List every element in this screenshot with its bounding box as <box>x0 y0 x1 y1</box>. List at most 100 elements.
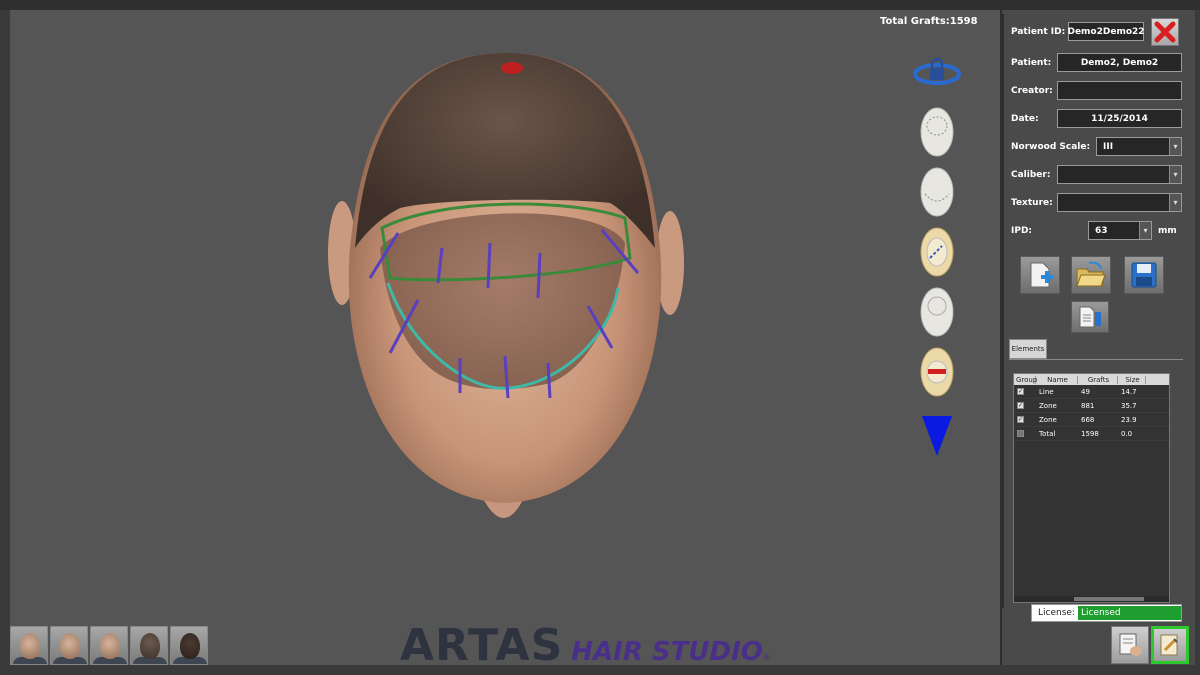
table-row[interactable]: ✓ Zone 668 23.9 <box>1014 413 1169 427</box>
caliber-select[interactable]: ▾ <box>1057 165 1182 184</box>
license-status: License: Licensed <box>1031 604 1182 622</box>
ipd-select[interactable]: 63 ▾ <box>1088 221 1152 240</box>
texture-select[interactable]: ▾ <box>1057 193 1182 212</box>
chevron-down-icon[interactable]: ▾ <box>1169 138 1181 155</box>
table-row[interactable]: ✓ Zone 881 35.7 <box>1014 399 1169 413</box>
window-top-frame <box>0 0 1200 10</box>
head-remove-button[interactable] <box>912 346 962 402</box>
table-row-total[interactable]: Total 1598 0.0 <box>1014 427 1169 441</box>
photo-thumbnail-right[interactable] <box>90 626 128 665</box>
open-patient-button[interactable] <box>1071 256 1111 294</box>
total-grafts-readout: Total Grafts:1598 <box>880 16 978 27</box>
vertex-marker <box>501 62 523 74</box>
head-blank-icon <box>920 287 954 337</box>
chevron-down-icon[interactable]: ▾ <box>1139 222 1151 239</box>
ipd-value: 63 <box>1095 225 1108 236</box>
export-button[interactable] <box>1071 301 1109 333</box>
close-button[interactable] <box>1151 18 1179 46</box>
export-usb-icon <box>1079 306 1101 328</box>
patient-record-button[interactable] <box>1151 626 1189 664</box>
photo-thumbnails <box>10 626 208 665</box>
ipd-row: IPD: <box>1011 221 1032 241</box>
photo-thumbnail-left[interactable] <box>50 626 88 665</box>
patient-id-field[interactable]: Demo2Demo22 <box>1067 22 1145 41</box>
tab-strip <box>1009 359 1183 360</box>
head-blank-button[interactable] <box>912 286 962 342</box>
norwood-select[interactable]: III ▾ <box>1096 137 1182 156</box>
lock-rotate-icon <box>913 57 961 85</box>
caliber-row: Caliber: <box>1011 165 1050 185</box>
head-zone-outline-button[interactable] <box>912 106 962 162</box>
table-horizontal-scrollbar[interactable] <box>1014 596 1169 602</box>
panel-scrollbar[interactable] <box>1000 14 1004 608</box>
date-label: Date: <box>1011 114 1039 124</box>
logo-product: HAIR STUDIO <box>571 637 763 667</box>
ipd-unit: mm <box>1158 226 1177 236</box>
close-icon <box>1154 21 1176 43</box>
row-name: Line <box>1039 387 1054 396</box>
save-button[interactable] <box>1124 256 1164 294</box>
row-size: 0.0 <box>1121 429 1133 438</box>
photo-thumbnail-front[interactable] <box>10 626 48 665</box>
report-button[interactable] <box>1111 626 1149 664</box>
date-row: Date: <box>1011 109 1039 129</box>
thumbnail-head <box>100 633 120 659</box>
head-zone-bottom-icon <box>920 167 954 217</box>
row-size: 14.7 <box>1121 387 1137 396</box>
group-checkbox[interactable]: ✓ <box>1017 402 1024 409</box>
patient-label: Patient: <box>1011 58 1052 68</box>
table-header: Group Name Grafts Size <box>1014 374 1169 385</box>
head-3d-model[interactable] <box>320 48 690 553</box>
head-zone-outline-icon <box>920 107 954 157</box>
column-header-size[interactable]: Size <box>1118 375 1146 384</box>
report-hand-icon <box>1119 633 1142 656</box>
row-grafts: 1598 <box>1081 429 1099 438</box>
head-remove-icon <box>920 347 954 397</box>
head-line-edit-button[interactable] <box>912 226 962 282</box>
new-document-icon <box>1030 262 1053 288</box>
tab-elements[interactable]: Elements <box>1009 339 1047 359</box>
row-size: 23.9 <box>1121 415 1137 424</box>
thumbnail-head <box>60 633 80 659</box>
scroll-down-triangle-icon <box>922 416 952 456</box>
creator-field[interactable] <box>1057 81 1182 100</box>
creator-label: Creator: <box>1011 86 1053 96</box>
group-checkbox[interactable]: ✓ <box>1017 388 1024 395</box>
table-row[interactable]: ✓ Line 49 14.7 <box>1014 385 1169 399</box>
group-checkbox[interactable] <box>1017 430 1024 437</box>
column-header-grafts[interactable]: Grafts <box>1078 375 1118 384</box>
row-grafts: 668 <box>1081 415 1095 424</box>
scrollbar-thumb[interactable] <box>1074 597 1144 601</box>
thumbnail-head <box>20 633 40 659</box>
row-grafts: 49 <box>1081 387 1090 396</box>
norwood-row: Norwood Scale: <box>1011 137 1090 157</box>
column-header-group[interactable]: Group <box>1014 375 1037 384</box>
patient-row: Patient: <box>1011 53 1051 73</box>
group-checkbox[interactable]: ✓ <box>1017 416 1024 423</box>
photo-thumbnail-back[interactable] <box>170 626 208 665</box>
column-header-name[interactable]: Name <box>1036 375 1078 384</box>
norwood-value: III <box>1103 141 1114 152</box>
chevron-down-icon[interactable]: ▾ <box>1169 194 1181 211</box>
new-patient-button[interactable] <box>1020 256 1060 294</box>
head-zone-bottom-button[interactable] <box>912 166 962 222</box>
row-size: 35.7 <box>1121 401 1137 410</box>
chevron-down-icon[interactable]: ▾ <box>1169 166 1181 183</box>
elements-table: Group Name Grafts Size ✓ Line 49 14.7 ✓ … <box>1013 373 1170 603</box>
license-value: Licensed <box>1077 606 1181 620</box>
head-line-edit-icon <box>920 227 954 277</box>
lock-rotate-button[interactable] <box>912 52 962 92</box>
row-name: Total <box>1039 429 1056 438</box>
patient-name-field[interactable]: Demo2, Demo2 <box>1057 53 1182 72</box>
row-name: Zone <box>1039 401 1057 410</box>
ipd-label: IPD: <box>1011 226 1033 236</box>
patient-record-icon <box>1160 634 1178 656</box>
date-field[interactable]: 11/25/2014 <box>1057 109 1182 128</box>
scroll-down-button[interactable] <box>912 412 962 458</box>
license-label: License: <box>1038 608 1075 618</box>
logo-registered: ® <box>762 653 771 662</box>
row-name: Zone <box>1039 415 1057 424</box>
photo-thumbnail-top[interactable] <box>130 626 168 665</box>
open-folder-icon <box>1076 261 1106 287</box>
creator-row: Creator: <box>1011 81 1053 101</box>
